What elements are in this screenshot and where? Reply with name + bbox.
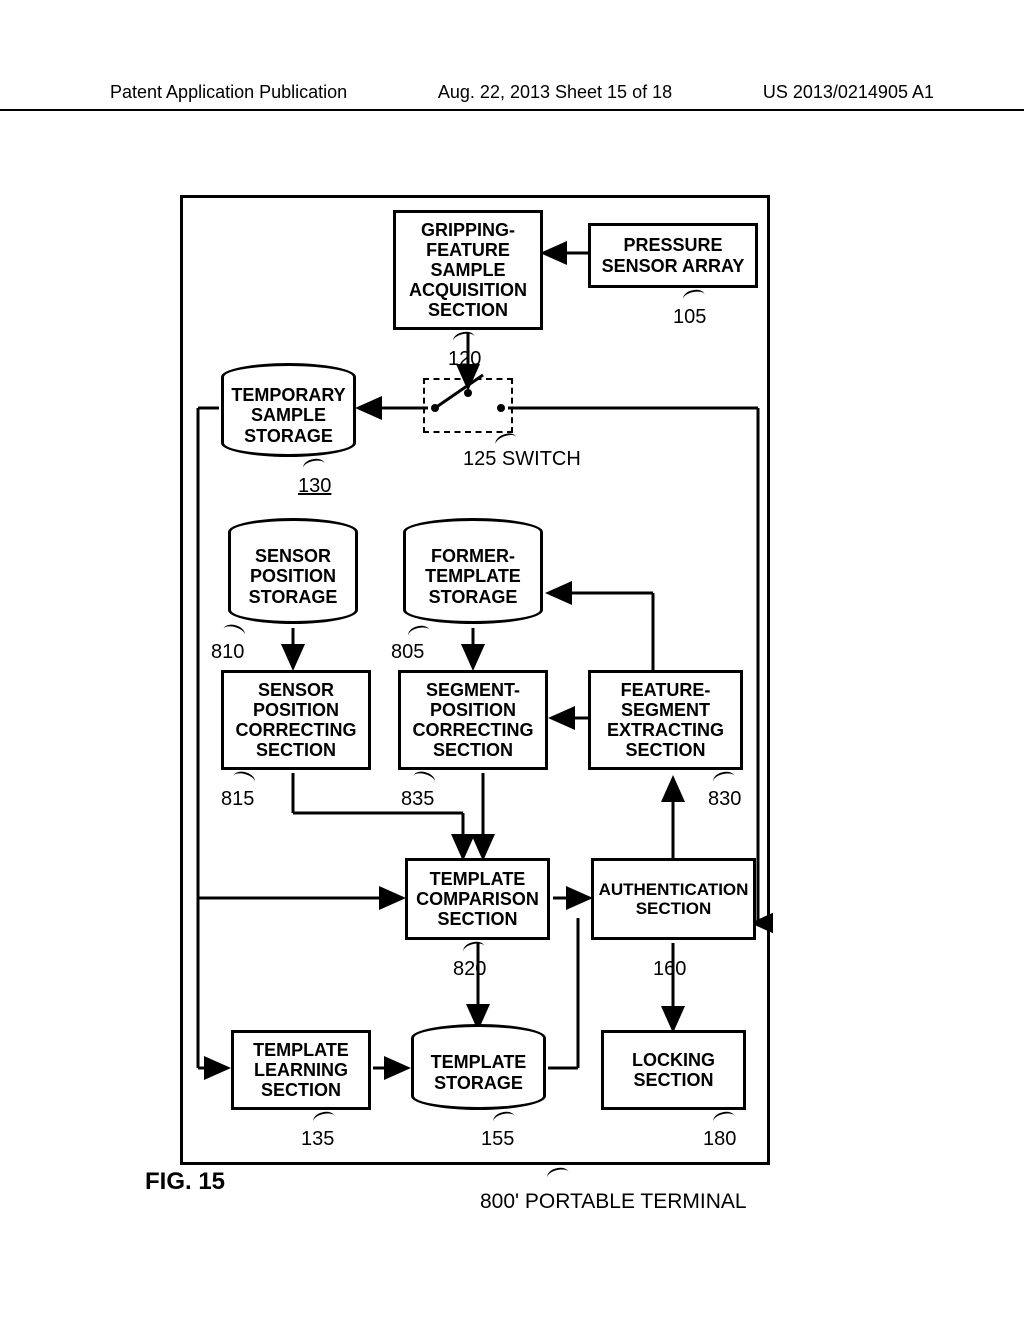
- switch-icon: [423, 378, 513, 433]
- lead-line-icon: [682, 288, 706, 306]
- label-text: TEMPLATE: [406, 566, 540, 586]
- label-text: CORRECTING: [401, 720, 545, 740]
- label-text: COMPARISON: [408, 889, 547, 909]
- segment-position-correcting-section: SEGMENT- POSITION CORRECTING SECTION: [398, 670, 548, 770]
- ref-180: 180: [703, 1128, 736, 1151]
- lead-line-icon: [452, 330, 476, 348]
- ref-830: 830: [708, 788, 741, 811]
- lead-line-icon: [712, 770, 737, 789]
- portable-terminal-outline: GRIPPING- FEATURE SAMPLE ACQUISITION SEC…: [180, 195, 770, 1165]
- label-text: STORAGE: [224, 426, 353, 446]
- label-text: SENSOR: [224, 680, 368, 700]
- label-text: TEMPLATE: [234, 1040, 368, 1060]
- template-learning-section: TEMPLATE LEARNING SECTION: [231, 1030, 371, 1110]
- label-text: SENSOR: [231, 546, 355, 566]
- label-text: FEATURE: [396, 240, 540, 260]
- label-text: SAMPLE: [224, 405, 353, 425]
- ref-160: 160: [653, 958, 686, 981]
- label-text: LOCKING: [604, 1050, 743, 1070]
- label-text: SECTION: [234, 1080, 368, 1100]
- lead-line-icon: [492, 1110, 517, 1129]
- label-text: POSITION: [401, 700, 545, 720]
- feature-segment-extracting-section: FEATURE- SEGMENT EXTRACTING SECTION: [588, 670, 743, 770]
- header-right: US 2013/0214905 A1: [763, 82, 934, 103]
- former-template-storage: FORMER- TEMPLATE STORAGE: [403, 532, 543, 624]
- label-text: TEMPLATE: [414, 1052, 543, 1072]
- lead-line-icon: [546, 1166, 571, 1185]
- sensor-position-storage: SENSOR POSITION STORAGE: [228, 532, 358, 624]
- label-text: CORRECTING: [224, 720, 368, 740]
- lead-line-icon: [462, 940, 487, 959]
- ref-105: 105: [673, 306, 706, 329]
- header-center: Aug. 22, 2013 Sheet 15 of 18: [438, 82, 672, 103]
- label-text: PRESSURE: [591, 235, 755, 255]
- label-text: SEGMENT-: [401, 680, 545, 700]
- label-text: FEATURE-: [591, 680, 740, 700]
- lead-line-icon: [231, 769, 256, 789]
- label-text: ACQUISITION: [396, 280, 540, 300]
- temporary-sample-storage: TEMPORARY SAMPLE STORAGE: [221, 377, 356, 457]
- ref-835: 835: [401, 788, 434, 811]
- lead-line-icon: [302, 457, 326, 475]
- ref-155: 155: [481, 1128, 514, 1151]
- label-text: STORAGE: [406, 587, 540, 607]
- label-text: TEMPLATE: [408, 869, 547, 889]
- label-text: GRIPPING-: [396, 220, 540, 240]
- lead-line-icon: [221, 622, 246, 642]
- label-text: POSITION: [224, 700, 368, 720]
- ref-805: 805: [391, 641, 424, 664]
- portable-terminal-label: 800' PORTABLE TERMINAL: [480, 1190, 747, 1214]
- label-text: SECTION: [591, 740, 740, 760]
- label-text: SECTION: [594, 899, 753, 918]
- lead-line-icon: [312, 1110, 337, 1129]
- label-text: SECTION: [604, 1070, 743, 1090]
- ref-135: 135: [301, 1128, 334, 1151]
- label-text: SECTION: [408, 909, 547, 929]
- header-left: Patent Application Publication: [110, 82, 347, 103]
- label-text: SECTION: [401, 740, 545, 760]
- ref-120: 120: [448, 348, 481, 371]
- label-text: SAMPLE: [396, 260, 540, 280]
- label-text: SENSOR ARRAY: [591, 256, 755, 276]
- label-text: STORAGE: [231, 587, 355, 607]
- label-text: POSITION: [231, 566, 355, 586]
- ref-125-switch: 125 SWITCH: [463, 448, 581, 471]
- gripping-feature-sample-acquisition-section: GRIPPING- FEATURE SAMPLE ACQUISITION SEC…: [393, 210, 543, 330]
- pressure-sensor-array: PRESSURE SENSOR ARRAY: [588, 223, 758, 288]
- label-text: SECTION: [224, 740, 368, 760]
- label-text: FORMER-: [406, 546, 540, 566]
- label-text: AUTHENTICATION: [594, 880, 753, 899]
- lead-line-icon: [407, 624, 432, 643]
- label-text: SECTION: [396, 300, 540, 320]
- lead-line-icon: [712, 1110, 737, 1129]
- template-comparison-section: TEMPLATE COMPARISON SECTION: [405, 858, 550, 940]
- figure-caption: FIG. 15: [145, 1168, 225, 1196]
- sensor-position-correcting-section: SENSOR POSITION CORRECTING SECTION: [221, 670, 371, 770]
- label-text: SEGMENT: [591, 700, 740, 720]
- locking-section: LOCKING SECTION: [601, 1030, 746, 1110]
- label-text: EXTRACTING: [591, 720, 740, 740]
- ref-820: 820: [453, 958, 486, 981]
- ref-130: 130: [298, 475, 331, 498]
- label-text: STORAGE: [414, 1073, 543, 1093]
- authentication-section: AUTHENTICATION SECTION: [591, 858, 756, 940]
- lead-line-icon: [411, 769, 436, 789]
- ref-810: 810: [211, 641, 244, 664]
- label-text: LEARNING: [234, 1060, 368, 1080]
- ref-815: 815: [221, 788, 254, 811]
- label-text: TEMPORARY: [224, 385, 353, 405]
- template-storage: TEMPLATE STORAGE: [411, 1038, 546, 1110]
- page-header: Patent Application Publication Aug. 22, …: [0, 82, 1024, 111]
